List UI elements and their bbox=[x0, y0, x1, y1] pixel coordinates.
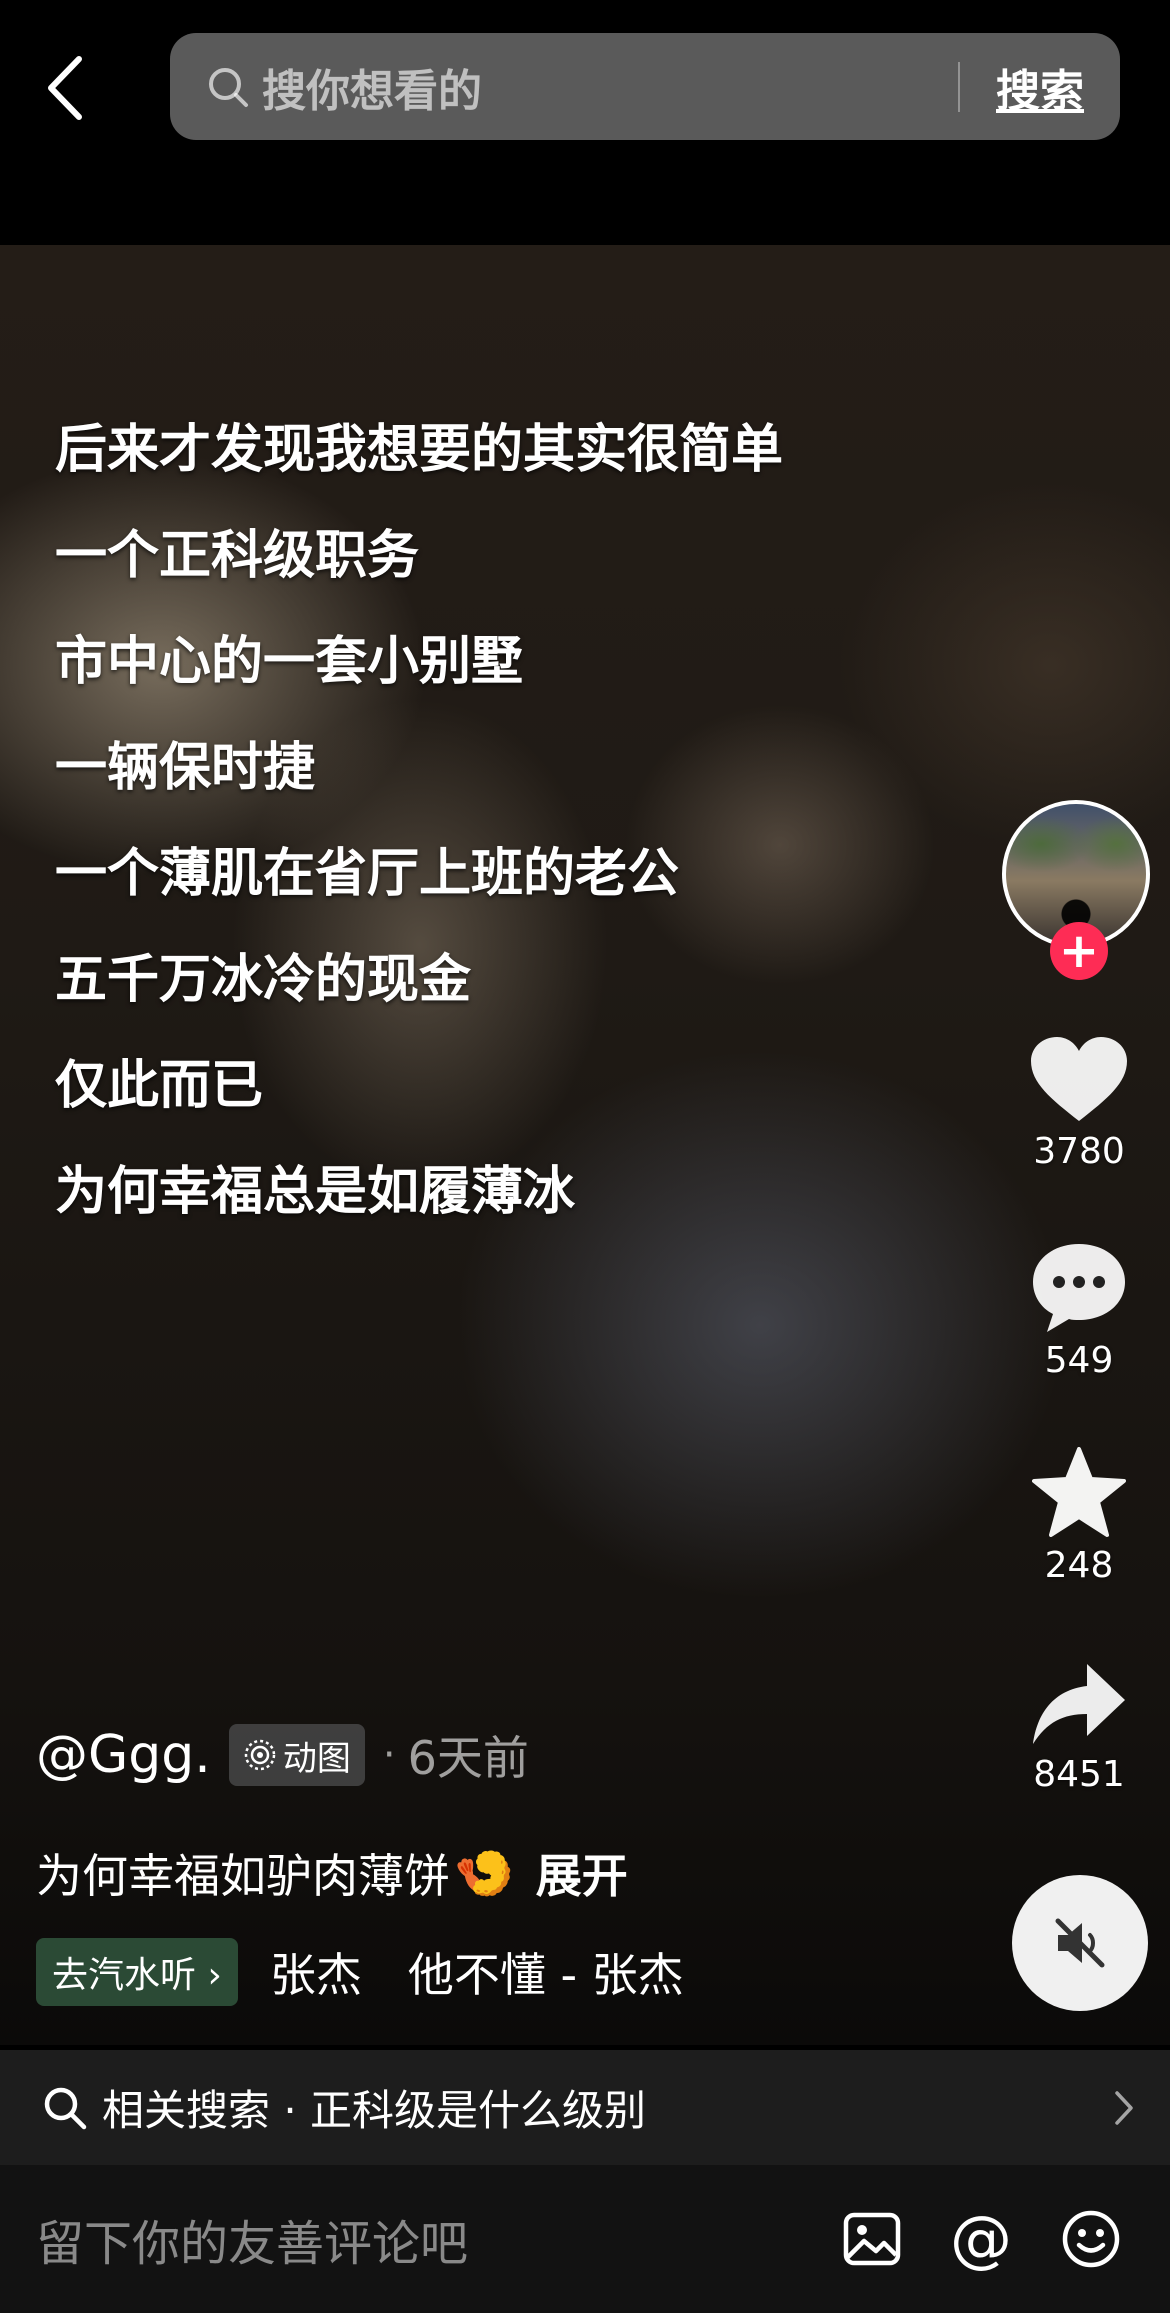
comment-input[interactable]: 留下你的友善评论吧 bbox=[36, 2204, 842, 2274]
post-time: 6天前 bbox=[407, 1731, 529, 1785]
mute-icon bbox=[1055, 1918, 1105, 1968]
like-button[interactable]: 3780 bbox=[1008, 1035, 1150, 1172]
comment-button[interactable]: 549 bbox=[1008, 1240, 1150, 1381]
emoji-icon bbox=[1062, 2210, 1120, 2268]
share-icon bbox=[1033, 1664, 1125, 1744]
search-icon bbox=[209, 67, 248, 107]
caption-line: 一个正科级职务 bbox=[55, 526, 420, 586]
music-title[interactable]: 张杰 他不懂 - 张杰 bbox=[270, 1939, 684, 2005]
dynamic-tag-label: 动图 bbox=[282, 1738, 351, 1779]
qishui-button[interactable]: 去汽水听 › bbox=[36, 1938, 238, 2006]
dynamic-image-tag: 动图 bbox=[228, 1724, 365, 1786]
heart-icon bbox=[1031, 1037, 1127, 1121]
search-icon bbox=[44, 2087, 87, 2129]
caption-line: 为何幸福总是如履薄冰 bbox=[55, 1162, 576, 1222]
expand-link[interactable]: 展开 bbox=[536, 1840, 628, 1906]
shrimp-emoji: 🍤 bbox=[454, 1845, 514, 1902]
post-meta: @Ggg. 动图 · 6天前 bbox=[36, 1722, 529, 1788]
favorite-count: 248 bbox=[1044, 1545, 1114, 1586]
caption-line: 一个薄肌在省厅上班的老公 bbox=[55, 844, 680, 904]
share-count: 8451 bbox=[1033, 1754, 1125, 1795]
chevron-right-icon bbox=[1115, 2090, 1133, 2125]
like-count: 3780 bbox=[1033, 1131, 1125, 1172]
search-bar[interactable]: 搜你想看的 搜索 bbox=[170, 33, 1120, 140]
separator-dot: · bbox=[382, 1732, 396, 1778]
search-input[interactable]: 搜你想看的 bbox=[262, 55, 958, 119]
related-search-text[interactable]: 相关搜索 · 正科级是什么级别 bbox=[102, 2077, 1114, 2138]
comment-count: 549 bbox=[1044, 1340, 1114, 1381]
caption-line: 市中心的一套小别墅 bbox=[55, 632, 524, 692]
mute-button[interactable] bbox=[1012, 1875, 1148, 2011]
author-avatar-wrap[interactable]: + bbox=[1002, 800, 1150, 980]
related-search-bar[interactable]: 相关搜索 · 正科级是什么级别 bbox=[0, 2050, 1170, 2165]
favorite-button[interactable]: 248 bbox=[1008, 1445, 1150, 1586]
description-text: 为何幸福如驴肉薄饼 bbox=[36, 1849, 450, 1903]
caption-line: 一辆保时捷 bbox=[55, 738, 316, 798]
comment-icon bbox=[1033, 1244, 1125, 1332]
caption-line: 仅此而已 bbox=[55, 1056, 264, 1116]
video-caption-overlay: 后来才发现我想要的其实很简单 一个正科级职务 市中心的一套小别墅 一辆保时捷 一… bbox=[55, 415, 783, 1263]
mention-icon[interactable]: @ bbox=[950, 2208, 1012, 2270]
share-button[interactable]: 8451 bbox=[1008, 1660, 1150, 1795]
caption-line: 后来才发现我想要的其实很简单 bbox=[55, 420, 784, 480]
follow-button[interactable]: + bbox=[1050, 922, 1108, 980]
search-button[interactable]: 搜索 bbox=[996, 55, 1084, 119]
comment-bar: 留下你的友善评论吧 @ bbox=[0, 2165, 1170, 2313]
live-photo-icon bbox=[244, 1739, 276, 1771]
music-row: 去汽水听 › 张杰 他不懂 - 张杰 bbox=[36, 1938, 736, 2006]
search-divider bbox=[958, 61, 960, 112]
author-name[interactable]: @Ggg. bbox=[36, 1725, 211, 1785]
post-description: 为何幸福如驴肉薄饼 🍤 展开 bbox=[36, 1840, 628, 1906]
back-icon bbox=[48, 56, 82, 120]
back-button[interactable] bbox=[30, 48, 100, 128]
star-icon bbox=[1032, 1447, 1126, 1537]
caption-line: 五千万冰冷的现金 bbox=[55, 950, 472, 1010]
emoji-button[interactable] bbox=[1060, 2208, 1122, 2270]
image-icon bbox=[843, 2212, 901, 2266]
image-button[interactable] bbox=[842, 2211, 902, 2267]
